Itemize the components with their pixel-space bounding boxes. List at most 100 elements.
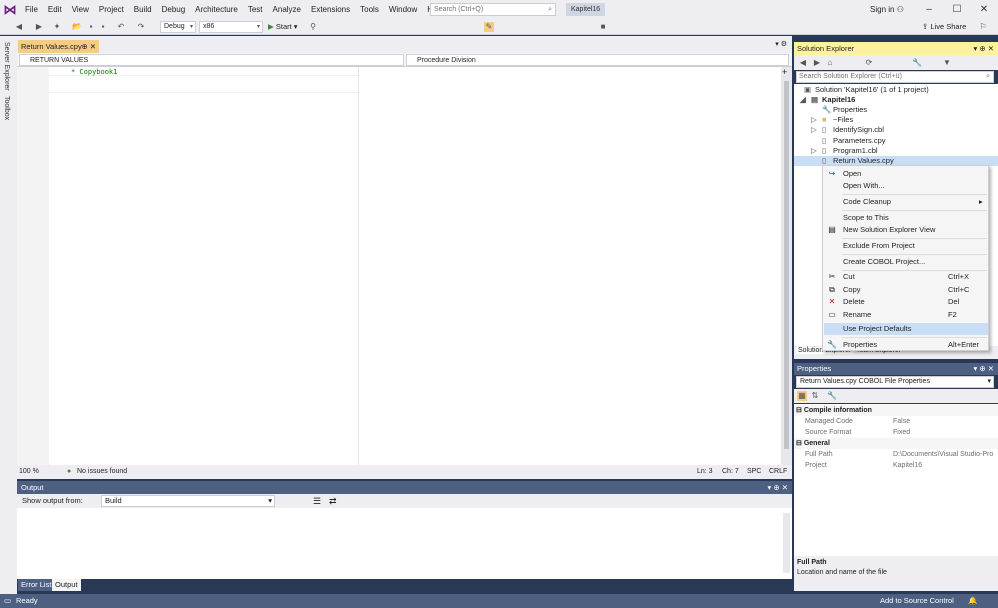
tree-item-files[interactable]: ▷ ■ ~Files [811, 115, 853, 125]
search-input[interactable]: Search (Ctrl+Q) ⌕ [430, 3, 556, 16]
split-icon[interactable]: + [782, 67, 787, 77]
undo-icon[interactable]: ↶ [116, 22, 126, 32]
menu-item-shortcut: Ctrl+X [948, 272, 970, 281]
tab-output[interactable]: Output [52, 579, 81, 591]
panel-pin-icon[interactable]: ▾ ⊕ ✕ [767, 481, 788, 494]
filter-icon[interactable]: ▼ [942, 58, 952, 68]
configuration-value: Debug [164, 23, 185, 30]
menu-build[interactable]: Build [129, 0, 157, 19]
member-dropdown[interactable]: Procedure Division [406, 54, 789, 66]
properties-object-value: Return Values.cpy COBOL File Properties [800, 378, 930, 385]
add-to-source-control-button[interactable]: Add to Source Control [880, 594, 954, 608]
document-tab-bar: Return Values.cpy ⊕ ✕ ▾ ⚙ [17, 36, 792, 53]
editor-vertical-scrollbar[interactable]: + [781, 67, 792, 465]
close-button[interactable]: ✕ [970, 0, 998, 19]
property-row[interactable]: Full Path D:\Documents\Visual Studio-Pro [794, 449, 998, 460]
menu-test[interactable]: Test [243, 0, 268, 19]
forward-icon[interactable]: ▶ [812, 58, 822, 68]
maximize-button[interactable]: ☐ [943, 0, 971, 19]
sync-icon[interactable]: ⟳ [864, 58, 874, 68]
property-category[interactable]: ⊟ Compile information [794, 405, 998, 416]
code-editor[interactable]: * Copybook1 [17, 67, 781, 465]
back-icon[interactable]: ◀ [798, 58, 808, 68]
property-pages-icon[interactable]: 🔧 [827, 391, 837, 401]
save-icon[interactable]: ▪ [86, 22, 96, 32]
feedback-icon[interactable]: ⚐ [978, 22, 988, 32]
menu-item-open[interactable]: ↪ Open [824, 168, 988, 180]
tree-item-parameters[interactable]: ▯ Parameters.cpy [822, 136, 886, 146]
panel-pin-icon[interactable]: ▾ ⊕ ✕ [973, 42, 994, 55]
property-row[interactable]: Source Format Fixed [794, 427, 998, 438]
menu-item-copy[interactable]: ⧉ Copy Ctrl+C [824, 284, 988, 296]
output-source-dropdown[interactable]: Build ▾ [101, 495, 275, 507]
menu-analyze[interactable]: Analyze [268, 0, 306, 19]
menu-item-properties[interactable]: 🔧 Properties Alt+Enter [824, 339, 988, 351]
alphabetical-icon[interactable]: ⇅ [810, 391, 820, 401]
open-file-icon[interactable]: 📂 [72, 22, 82, 32]
scope-dropdown[interactable]: RETURN VALUES [19, 54, 404, 66]
tree-item-project[interactable]: ◢ ▤ Kapitel16 [800, 95, 855, 105]
issues-indicator[interactable]: No issues found [77, 465, 127, 479]
menu-view[interactable]: View [67, 0, 94, 19]
minimize-button[interactable]: – [915, 0, 943, 19]
menu-file[interactable]: File [20, 0, 43, 19]
menu-item-exclude[interactable]: Exclude From Project [824, 240, 988, 252]
tab-error-list[interactable]: Error List [18, 579, 55, 591]
menu-debug[interactable]: Debug [157, 0, 191, 19]
properties-object-dropdown[interactable]: Return Values.cpy COBOL File Properties … [796, 376, 994, 388]
notification-bell-icon[interactable]: 🔔 [968, 594, 977, 608]
signin-link[interactable]: Sign in ⚇ [870, 3, 904, 16]
toolbox-tab[interactable]: Toolbox [3, 96, 10, 120]
menu-item-use-project-defaults[interactable]: Use Project Defaults [824, 323, 988, 335]
save-all-icon[interactable]: ▪ [98, 22, 108, 32]
menu-item-create-cobol[interactable]: Create COBOL Project... [824, 256, 988, 268]
menu-item-new-view[interactable]: ▤ New Solution Explorer View [824, 224, 988, 236]
highlight-tool-icon[interactable]: ✎ [484, 22, 494, 32]
menu-edit[interactable]: Edit [43, 0, 67, 19]
output-text-area[interactable] [17, 508, 792, 579]
tree-item-program1[interactable]: ▷ ▯ Program1.cbl [811, 146, 878, 156]
tab-overflow-icon[interactable]: ▾ ⚙ [775, 40, 787, 48]
menu-tools[interactable]: Tools [355, 0, 384, 19]
menu-project[interactable]: Project [94, 0, 129, 19]
tree-item-properties[interactable]: 🔧 Properties [822, 105, 867, 115]
server-explorer-tab[interactable]: Server Explorer [3, 42, 10, 91]
panel-pin-icon[interactable]: ▾ ⊕ ✕ [973, 363, 994, 375]
categorized-icon[interactable]: ▦ [797, 391, 807, 401]
wrench-icon[interactable]: 🔧 [912, 58, 922, 68]
redo-icon[interactable]: ↷ [136, 22, 146, 32]
platform-dropdown[interactable]: x86 ▾ [199, 21, 263, 33]
toggle-icon[interactable]: ⇄ [329, 494, 337, 508]
tree-item-solution[interactable]: ▣ Solution 'Kapitel16' (1 of 1 project) [804, 85, 929, 95]
solution-explorer-search[interactable]: Search Solution Explorer (Ctrl+ü) ⌕ [796, 71, 994, 83]
document-tab[interactable]: Return Values.cpy ⊕ ✕ [18, 40, 99, 53]
word-wrap-icon[interactable]: ☰ [313, 494, 321, 508]
rename-icon: ▭ [828, 310, 836, 319]
menu-item-scope-to-this[interactable]: Scope to This [824, 212, 988, 224]
forward-icon[interactable]: ▶ [34, 22, 44, 32]
back-icon[interactable]: ◀ [14, 22, 24, 32]
new-project-icon[interactable]: ✦ [52, 22, 62, 32]
menu-item-delete[interactable]: ✕ Delete Del [824, 296, 988, 308]
start-button[interactable]: ▶ Start ▾ [268, 21, 298, 33]
home-icon[interactable]: ⌂ [825, 58, 835, 68]
property-row[interactable]: Managed Code False [794, 416, 998, 427]
menu-item-open-with[interactable]: Open With... [824, 180, 988, 192]
menu-item-cut[interactable]: ✂ Cut Ctrl+X [824, 271, 988, 283]
close-tab-icon[interactable]: ⊕ ✕ [81, 40, 96, 53]
tree-item-identifysign[interactable]: ▷ ▯ IdentifySign.cbl [811, 125, 884, 135]
output-scrollbar[interactable] [783, 513, 790, 573]
configuration-dropdown[interactable]: Debug ▾ [160, 21, 196, 33]
find-icon[interactable]: ⚲ [308, 22, 318, 32]
menu-extensions[interactable]: Extensions [306, 0, 355, 19]
menu-window[interactable]: Window [384, 0, 422, 19]
live-share-button[interactable]: ⇪ Live Share [922, 21, 966, 33]
property-row[interactable]: Project Kapitel16 [794, 460, 998, 471]
menu-item-code-cleanup[interactable]: Code Cleanup ▸ [824, 196, 988, 208]
property-category[interactable]: ⊟ General [794, 438, 998, 449]
menu-architecture[interactable]: Architecture [190, 0, 243, 19]
menu-item-rename[interactable]: ▭ Rename F2 [824, 309, 988, 321]
bookmark-icon[interactable]: ■ [598, 22, 608, 32]
scroll-thumb[interactable] [784, 81, 789, 449]
zoom-level[interactable]: 100 % [19, 465, 39, 479]
